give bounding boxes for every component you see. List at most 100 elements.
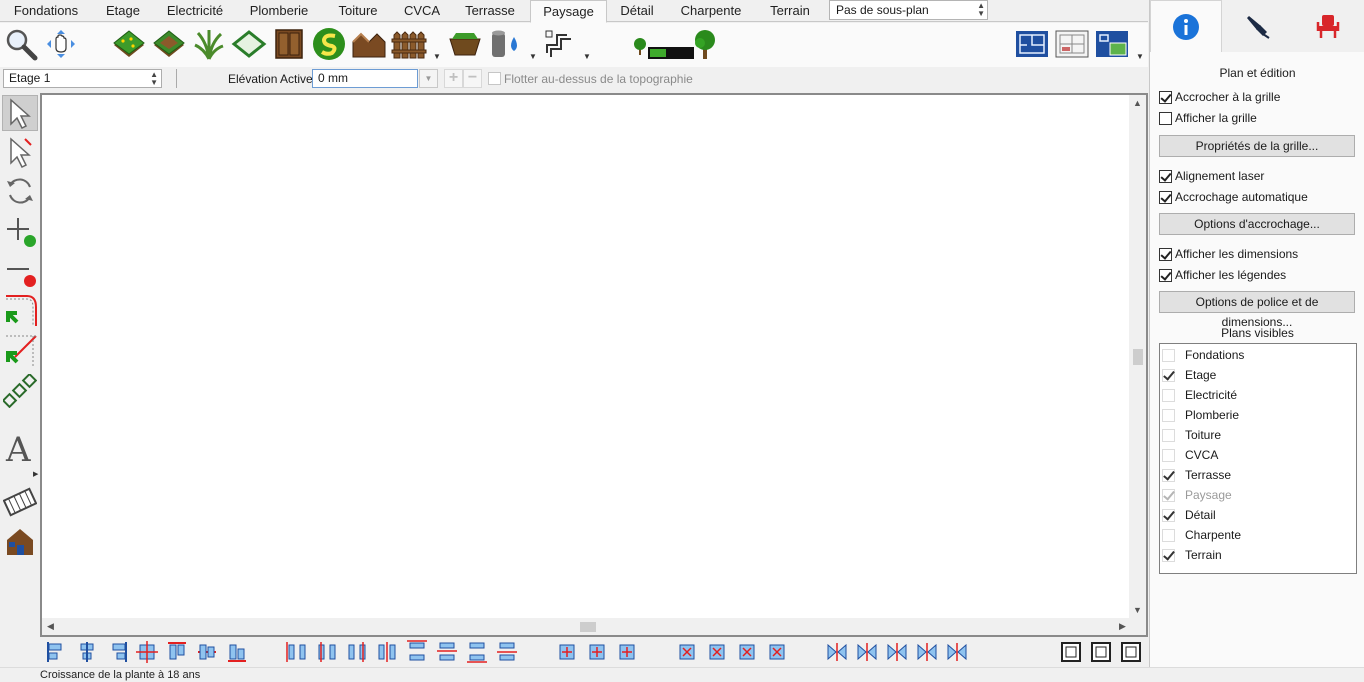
plan-checkbox[interactable] [1162,388,1175,402]
hip-roof-icon[interactable] [351,25,387,63]
vertical-scrollbar[interactable]: ▲ ▼ [1129,95,1146,619]
select-arrow-icon[interactable] [2,95,38,131]
plan-checkbox[interactable] [1162,508,1175,522]
plan-row[interactable]: Fondations [1162,345,1244,365]
horizontal-scroll-thumb[interactable] [580,622,596,632]
plan-checkbox[interactable] [1162,428,1175,442]
tab-fondations[interactable]: Fondations [0,0,92,22]
elevation-view-icon[interactable] [1054,25,1090,63]
align-bottom-icon[interactable] [226,640,248,664]
scroll-left-icon[interactable]: ◀ [42,618,59,635]
break-line-icon[interactable] [2,293,38,329]
tab-etage[interactable]: Etage [92,0,154,22]
distribute-left-icon[interactable] [286,640,308,664]
show-grid-row[interactable]: Afficher la grille [1159,110,1257,126]
tab-toiture[interactable]: Toiture [322,0,394,22]
elevation-plus-button[interactable]: + [444,69,463,88]
film-icon[interactable] [2,484,38,520]
tree-icon[interactable] [687,25,723,63]
scroll-down-icon[interactable]: ▼ [1129,602,1146,619]
float-topography-checkbox[interactable] [488,72,501,85]
select-edit-arrow-icon[interactable] [2,134,38,170]
align-center-h-icon[interactable] [76,640,98,664]
tab-charpente[interactable]: Charpente [667,0,755,22]
show-legends-row[interactable]: Afficher les légendes [1159,267,1286,283]
distribute-center-icon[interactable] [316,640,338,664]
distribute-top-icon[interactable] [406,640,428,664]
path-s-icon[interactable] [311,25,347,63]
snap-grid-checkbox[interactable] [1159,90,1172,104]
auto-snap-row[interactable]: Accrochage automatique [1159,189,1308,205]
show-legends-checkbox[interactable] [1159,268,1172,282]
show-dims-checkbox[interactable] [1159,247,1172,261]
plan-checkbox[interactable] [1162,468,1175,482]
tab-terrain[interactable]: Terrain [755,0,825,22]
laser-checkbox[interactable] [1159,169,1172,183]
tab-detail[interactable]: Détail [607,0,667,22]
align-left-icon[interactable] [46,640,68,664]
snap-grid-row[interactable]: Accrocher à la grille [1159,89,1280,105]
flip-h-icon[interactable] [856,640,878,664]
show-grid-checkbox[interactable] [1159,111,1172,125]
plan-checkbox[interactable] [1162,448,1175,462]
plan-checkbox[interactable] [1162,348,1175,362]
scroll-up-icon[interactable]: ▲ [1129,95,1146,112]
elevation-dropdown-button[interactable]: ▼ [419,69,438,88]
zoom-magnifier-icon[interactable] [3,25,39,63]
frame-corner-icon[interactable] [1120,640,1142,664]
distribute-right-icon[interactable] [346,640,368,664]
distribute-v-icon[interactable] [496,640,518,664]
cabinet-icon[interactable] [271,25,307,63]
drawing-canvas[interactable]: ▲ ▼ ◀ ▶ [40,93,1148,637]
text-icon[interactable]: A [2,429,38,465]
show-dims-row[interactable]: Afficher les dimensions [1159,246,1298,262]
align-top-icon[interactable] [166,640,188,664]
dropdown-arrow-icon[interactable]: ▼ [529,52,537,61]
elevation-input[interactable]: 0 mm [312,69,418,88]
plan-row[interactable]: CVCA [1162,445,1218,465]
plan-row[interactable]: Terrain [1162,545,1222,565]
match-height-icon[interactable] [586,640,608,664]
plan-row[interactable]: Paysage [1162,485,1232,505]
flip-v-icon[interactable] [886,640,908,664]
auto-snap-checkbox[interactable] [1159,190,1172,204]
floor-select[interactable]: Etage 1 ▲ ▼ [3,69,162,88]
fence-icon[interactable] [391,25,427,63]
subplan-select[interactable]: Pas de sous-plan ▲ ▼ [829,0,988,20]
plan-row[interactable]: Electricité [1162,385,1237,405]
mirror-h-icon[interactable] [916,640,938,664]
snap-options-button[interactable]: Options d'accrochage... [1159,213,1355,235]
panel-tab-info[interactable] [1150,0,1222,52]
water-tank-icon[interactable] [487,25,523,63]
box-plus-icon[interactable] [736,640,758,664]
center-icon[interactable] [136,640,158,664]
plot-outline-icon[interactable] [231,25,267,63]
terrain-patch-icon[interactable] [151,25,187,63]
font-dims-options-button[interactable]: Options de police et de dimensions... [1159,291,1355,329]
laser-row[interactable]: Alignement laser [1159,168,1264,184]
house-view-icon[interactable] [2,524,38,560]
pan-hand-icon[interactable] [43,25,79,63]
plan-row[interactable]: Etage [1162,365,1216,385]
chain-icon[interactable] [2,373,38,409]
match-size-icon[interactable] [616,640,638,664]
rotate-icon[interactable] [2,173,38,209]
horizontal-scrollbar[interactable]: ◀ ▶ [42,618,1131,635]
plan-row[interactable]: Charpente [1162,525,1241,545]
align-middle-v-icon[interactable] [196,640,218,664]
plant-grass-icon[interactable] [191,25,227,63]
dropdown-arrow-icon[interactable]: ▼ [583,52,591,61]
box-x-icon[interactable] [706,640,728,664]
join-line-icon[interactable] [2,333,38,369]
grass-plot-icon[interactable] [111,25,147,63]
plan-checkbox[interactable] [1162,408,1175,422]
plan-view-icon[interactable] [1014,25,1050,63]
tab-electricite[interactable]: Electricité [154,0,236,22]
plan-row[interactable]: Terrasse [1162,465,1231,485]
distribute-bottom-icon[interactable] [466,640,488,664]
plan-checkbox[interactable] [1162,488,1175,502]
dropdown-arrow-icon[interactable]: ▼ [1136,52,1144,61]
mirror-v-icon[interactable] [946,640,968,664]
add-point-icon[interactable] [2,213,38,249]
expand-arrow-icon[interactable]: ▶ [33,470,38,478]
